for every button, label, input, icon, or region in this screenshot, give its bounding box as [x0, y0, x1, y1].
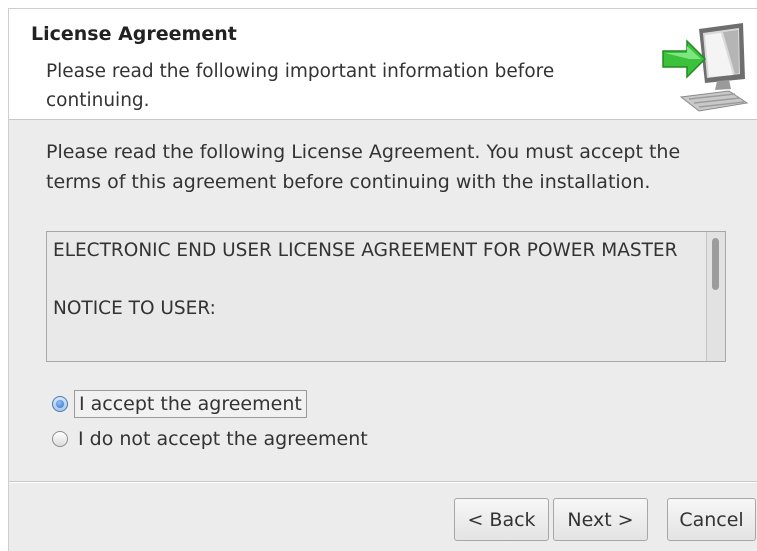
accept-radio[interactable]	[52, 396, 68, 412]
computer-install-icon	[662, 23, 749, 112]
next-button[interactable]: Next >	[553, 498, 648, 541]
cancel-button[interactable]: Cancel	[667, 498, 756, 541]
license-scrollbar[interactable]	[706, 232, 725, 361]
page-subtitle: Please read the following important info…	[46, 61, 555, 111]
back-button[interactable]: < Back	[454, 498, 549, 541]
instructions-text: Please read the following License Agreem…	[46, 141, 681, 193]
footer-divider	[9, 481, 757, 483]
license-text-area[interactable]: ELECTRONIC END USER LICENSE AGREEMENT FO…	[46, 231, 726, 362]
accept-option[interactable]: I accept the agreement	[52, 389, 307, 419]
installer-window: License Agreement Please read the follow…	[8, 8, 757, 551]
decline-radio[interactable]	[52, 431, 68, 447]
scrollbar-thumb[interactable]	[712, 238, 719, 290]
wizard-header: License Agreement Please read the follow…	[9, 9, 757, 120]
decline-label[interactable]: I do not accept the agreement	[74, 426, 372, 452]
license-text: ELECTRONIC END USER LICENSE AGREEMENT FO…	[53, 240, 678, 319]
accept-label[interactable]: I accept the agreement	[74, 390, 307, 418]
decline-option[interactable]: I do not accept the agreement	[52, 424, 372, 454]
page-title: License Agreement	[31, 23, 237, 45]
